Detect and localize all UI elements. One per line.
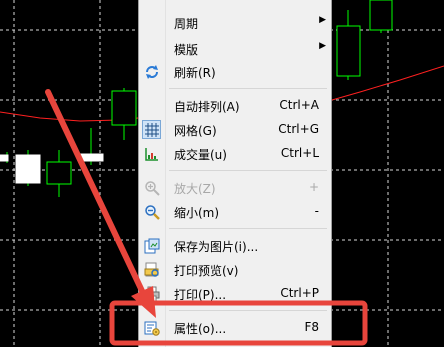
candle-2-body: [15, 154, 41, 184]
menu-item-refresh[interactable]: 刷新(R): [139, 61, 331, 83]
menu-item-shortcut: Ctrl+G: [278, 122, 319, 136]
menu-item-label: 打印预览(v): [174, 264, 239, 278]
menu-item-shortcut: Ctrl+L: [280, 146, 319, 160]
zoom-in-icon: [144, 180, 160, 196]
volume-icon: [144, 146, 160, 162]
menu-item-print[interactable]: 打印(P)... Ctrl+P: [139, 283, 331, 305]
context-menu: 周期 ▶ 模版 ▶ 刷新(R) 自动排列(A) Ctrl+A 网格(G) Ctr…: [138, 0, 332, 347]
candle-3-body: [46, 161, 72, 185]
menu-separator: [169, 228, 327, 229]
menu-item-volume[interactable]: 成交量(u) Ctrl+L: [139, 143, 331, 165]
menu-item-label: 缩小(m): [174, 206, 220, 220]
candle-6-body: [336, 25, 361, 77]
candle-7-body: [369, 0, 393, 31]
menu-item-grid[interactable]: 网格(G) Ctrl+G: [139, 119, 331, 141]
menu-item-shortcut: Ctrl+A: [279, 98, 319, 112]
menu-item-label: 网格(G): [174, 124, 217, 138]
menu-item-label: 放大(Z): [174, 182, 216, 196]
menu-item-label: 模版: [174, 43, 199, 57]
menu-item-template[interactable]: 模版 ▶: [139, 38, 331, 60]
grid-icon: [144, 122, 160, 138]
menu-item-shortcut: F8: [304, 320, 319, 334]
submenu-arrow-icon: ▶: [319, 15, 326, 25]
menu-item-properties[interactable]: 属性(o)... F8: [139, 317, 331, 339]
menu-item-zoom-out[interactable]: 缩小(m) -: [139, 201, 331, 223]
zoom-out-icon: [144, 204, 160, 220]
properties-icon: [144, 320, 160, 336]
candle-5-body: [111, 90, 137, 126]
menu-item-label: 打印(P)...: [174, 288, 227, 302]
menu-item-shortcut: Ctrl+P: [280, 286, 319, 300]
menu-item-label: 保存为图片(i)...: [174, 240, 259, 254]
menu-item-save-image[interactable]: 保存为图片(i)...: [139, 235, 331, 257]
candle-4-body: [78, 153, 104, 162]
menu-item-label: 周期: [174, 17, 199, 31]
save-image-icon: [144, 238, 160, 254]
menu-item-period[interactable]: 周期 ▶: [139, 12, 331, 34]
menu-item-zoom-in[interactable]: 放大(Z) +: [139, 177, 331, 199]
menu-separator: [169, 310, 327, 311]
menu-separator: [169, 170, 327, 171]
menu-item-label: 刷新(R): [174, 66, 216, 80]
menu-separator: [169, 88, 327, 89]
print-preview-icon: [144, 262, 160, 278]
menu-item-label: 自动排列(A): [174, 100, 240, 114]
menu-item-label: 属性(o)...: [174, 322, 227, 336]
candle-1-body: [0, 154, 9, 162]
menu-item-shortcut: -: [314, 204, 319, 218]
menu-item-print-preview[interactable]: 打印预览(v): [139, 259, 331, 281]
menu-item-label: 成交量(u): [174, 148, 227, 162]
print-icon: [144, 286, 160, 302]
submenu-arrow-icon: ▶: [319, 41, 326, 51]
menu-item-auto-arrange[interactable]: 自动排列(A) Ctrl+A: [139, 95, 331, 117]
menu-item-shortcut: +: [308, 180, 319, 194]
refresh-icon: [144, 64, 160, 80]
